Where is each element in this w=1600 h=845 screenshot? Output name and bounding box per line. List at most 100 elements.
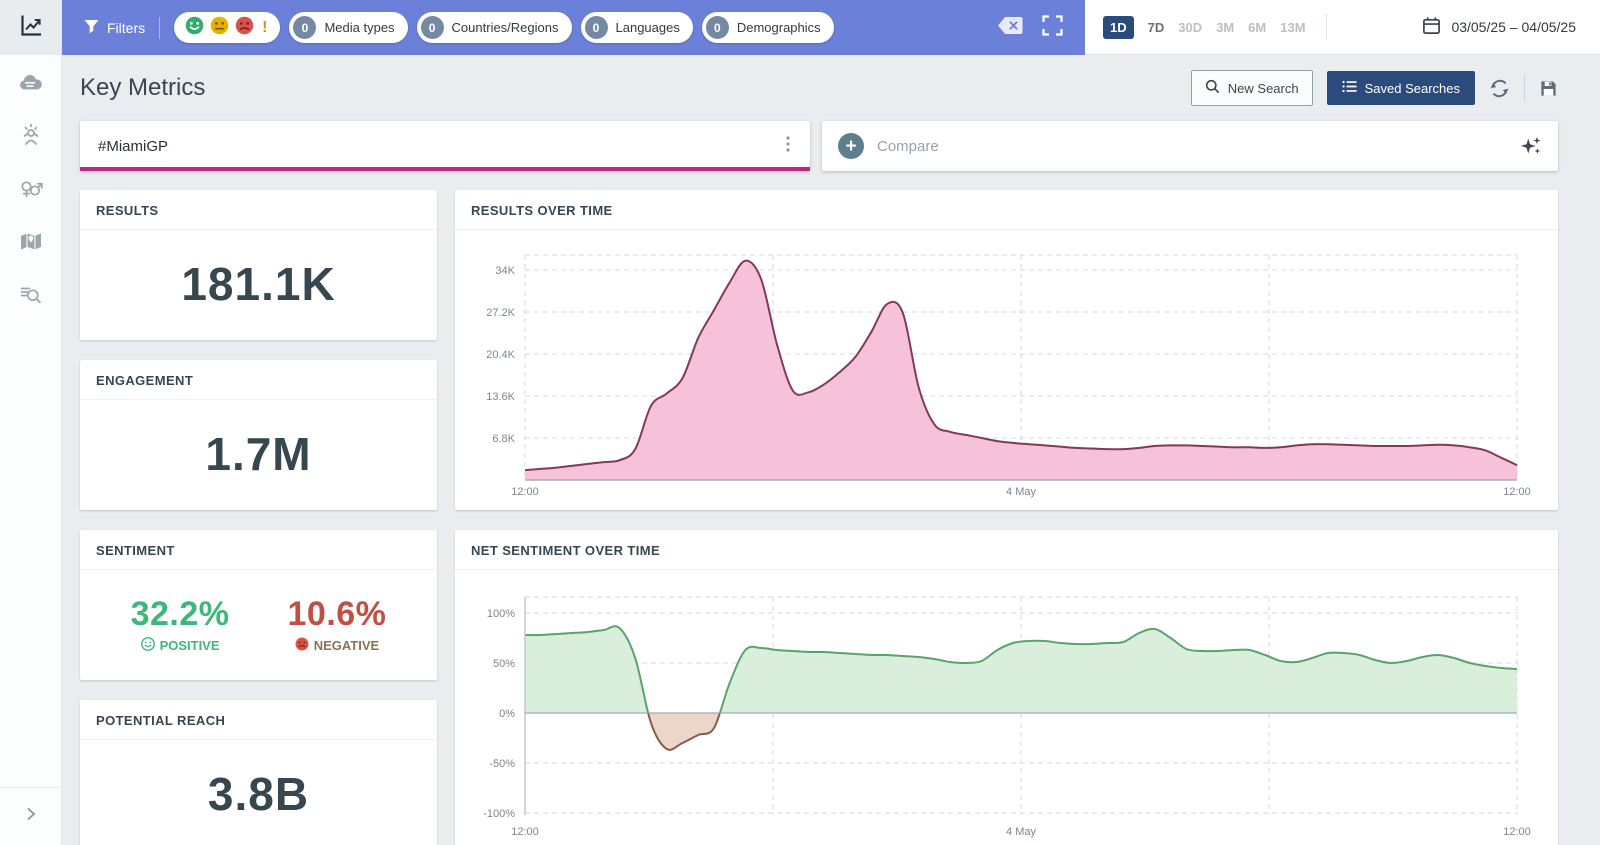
save-icon[interactable]	[1539, 79, 1558, 98]
svg-text:4 May: 4 May	[1006, 486, 1036, 498]
saved-searches-label: Saved Searches	[1365, 81, 1460, 96]
filter-bar: Filters	[62, 0, 1085, 55]
positive-smiley-icon	[141, 637, 155, 654]
engagement-card-title: ENGAGEMENT	[80, 360, 437, 400]
header-actions: New Search Saved Searches	[1191, 70, 1558, 106]
results-card-title: RESULTS	[80, 190, 437, 230]
page-header: Key Metrics New Search	[80, 55, 1558, 121]
filters-label: Filters	[107, 20, 145, 36]
sidebar-item-world-map[interactable]	[11, 224, 51, 264]
count-badge: 0	[585, 16, 608, 39]
compare-button[interactable]: + Compare	[822, 121, 1558, 171]
positive-sentiment-block: 32.2% POSITIVE	[131, 595, 230, 654]
svg-text:-50%: -50%	[489, 758, 515, 770]
filter-pill-media-types[interactable]: 0 Media types	[289, 12, 407, 43]
more-options-icon[interactable]	[784, 132, 792, 161]
date-range-bar: 1D 7D 30D 3M 6M 13M 03/05/25 – 04/05/25	[1085, 0, 1600, 55]
svg-text:50%: 50%	[493, 658, 515, 670]
range-option-6m[interactable]: 6M	[1248, 20, 1266, 35]
positive-face-icon	[185, 16, 204, 40]
svg-text:27.2K: 27.2K	[486, 307, 515, 319]
filter-pill-countries-regions[interactable]: 0 Countries/Regions	[417, 12, 572, 43]
negative-face-icon	[235, 16, 254, 40]
sidebar-item-topics-search[interactable]	[11, 277, 51, 317]
sidebar-item-word-cloud[interactable]	[11, 65, 51, 105]
sidebar-nav	[0, 55, 61, 317]
negative-frown-icon	[295, 637, 309, 654]
word-cloud-icon	[17, 71, 45, 100]
search-query-value: #MiamiGP	[98, 138, 168, 155]
date-range-picker[interactable]: 03/05/25 – 04/05/25	[1422, 16, 1576, 38]
svg-text:13.6K: 13.6K	[486, 391, 515, 403]
influencer-icon	[18, 123, 44, 154]
svg-text:-100%: -100%	[483, 808, 515, 820]
range-option-1d[interactable]: 1D	[1103, 16, 1134, 39]
net-sentiment-over-time-chart: 100%50%0%-50%-100%12:004 May12:00	[455, 570, 1558, 845]
results-over-time-card: RESULTS OVER TIME 34K27.2K20.4K13.6K6.8K…	[455, 190, 1558, 510]
new-search-button[interactable]: New Search	[1191, 70, 1313, 106]
saved-searches-button[interactable]: Saved Searches	[1327, 71, 1475, 105]
results-value: 181.1K	[80, 230, 437, 338]
sentiment-card: SENTIMENT 32.2% POSI	[80, 530, 437, 680]
new-search-label: New Search	[1228, 81, 1299, 96]
topics-search-icon	[18, 282, 44, 313]
results-card: RESULTS 181.1K	[80, 190, 437, 340]
svg-text:0%: 0%	[499, 708, 515, 720]
charts-column: RESULTS OVER TIME 34K27.2K20.4K13.6K6.8K…	[455, 190, 1558, 845]
pill-label: Languages	[616, 20, 680, 35]
svg-text:12:00: 12:00	[511, 486, 539, 498]
potential-reach-card: POTENTIAL REACH 3.8B	[80, 700, 437, 845]
search-icon	[1205, 79, 1220, 97]
dashboard-grid: RESULTS 181.1K ENGAGEMENT 1.7M SENTIMENT…	[80, 190, 1558, 845]
sparkles-icon[interactable]	[1520, 135, 1542, 157]
calendar-icon	[1422, 16, 1441, 38]
add-compare-icon: +	[838, 133, 864, 159]
analytics-chart-icon	[18, 13, 44, 43]
funnel-icon	[84, 19, 99, 37]
svg-text:34K: 34K	[495, 265, 515, 277]
search-query-field[interactable]: #MiamiGP	[80, 121, 810, 171]
chevron-right-icon	[22, 805, 40, 828]
range-option-3m[interactable]: 3M	[1216, 20, 1234, 35]
sidebar-item-influencers[interactable]	[11, 118, 51, 158]
net-sentiment-over-time-title: NET SENTIMENT OVER TIME	[455, 530, 1558, 570]
sidebar-item-analytics[interactable]	[0, 0, 61, 55]
count-badge: 0	[293, 16, 316, 39]
range-presets: 1D 7D 30D 3M 6M 13M	[1103, 16, 1306, 39]
sentiment-card-body: 32.2% POSITIVE	[80, 570, 437, 678]
filters-button[interactable]: Filters	[84, 19, 145, 37]
alert-exclamation-icon: !	[260, 19, 269, 37]
refresh-icon[interactable]	[1489, 78, 1510, 99]
positive-label-text: POSITIVE	[160, 638, 220, 653]
page-title: Key Metrics	[80, 74, 205, 102]
negative-sentiment-value: 10.6%	[288, 595, 387, 634]
positive-sentiment-label: POSITIVE	[131, 637, 230, 654]
count-badge: 0	[421, 16, 444, 39]
divider	[1326, 14, 1327, 40]
net-sentiment-over-time-card: NET SENTIMENT OVER TIME 100%50%0%-50%-10…	[455, 530, 1558, 845]
filter-pill-languages[interactable]: 0 Languages	[581, 12, 693, 43]
sidebar-expand-button[interactable]	[0, 787, 61, 845]
filter-bar-actions	[997, 15, 1071, 41]
sentiment-filter-pill[interactable]: !	[174, 12, 280, 43]
potential-reach-card-title: POTENTIAL REACH	[80, 700, 437, 740]
sidebar	[0, 0, 62, 845]
negative-label-text: NEGATIVE	[314, 638, 380, 653]
range-option-30d[interactable]: 30D	[1178, 20, 1202, 35]
compare-label: Compare	[877, 138, 939, 155]
filter-pill-demographics[interactable]: 0 Demographics	[702, 12, 834, 43]
range-option-13m[interactable]: 13M	[1280, 20, 1305, 35]
engagement-value: 1.7M	[80, 400, 437, 508]
svg-text:6.8K: 6.8K	[492, 433, 515, 445]
clear-filters-icon[interactable]	[997, 16, 1024, 40]
svg-text:12:00: 12:00	[1503, 826, 1531, 838]
sentiment-card-title: SENTIMENT	[80, 530, 437, 570]
svg-text:20.4K: 20.4K	[486, 349, 515, 361]
fullscreen-icon[interactable]	[1042, 15, 1063, 41]
results-over-time-chart: 34K27.2K20.4K13.6K6.8K12:004 May12:00	[455, 230, 1558, 505]
neutral-face-icon	[210, 16, 229, 40]
pill-label: Countries/Regions	[452, 20, 559, 35]
range-option-7d[interactable]: 7D	[1148, 20, 1165, 35]
topbar: Filters	[62, 0, 1600, 55]
sidebar-item-demographics[interactable]	[11, 171, 51, 211]
